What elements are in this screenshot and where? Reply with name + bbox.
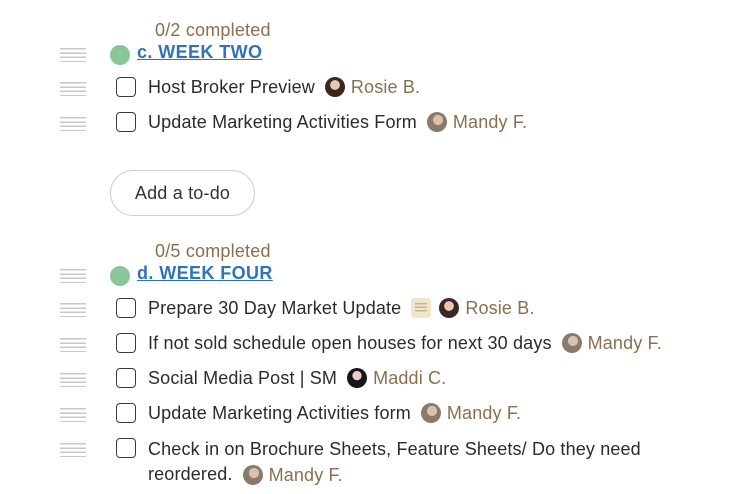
assignee-name[interactable]: Rosie B.	[351, 77, 420, 97]
checkbox-icon[interactable]	[116, 333, 136, 353]
drag-handle-icon[interactable]	[60, 117, 86, 131]
todo-text[interactable]: Check in on Brochure Sheets, Feature She…	[148, 439, 641, 484]
todo-item[interactable]: Social Media Post | SM Maddi C.	[0, 364, 740, 394]
assignee-name[interactable]: Mandy F.	[453, 112, 527, 132]
avatar	[439, 298, 460, 319]
status-dot-icon	[110, 45, 130, 65]
notes-document-icon[interactable]	[411, 298, 432, 319]
todo-text[interactable]: Update Marketing Activities form	[148, 403, 411, 423]
todo-text[interactable]: Prepare 30 Day Market Update	[148, 298, 401, 318]
avatar	[347, 368, 368, 389]
list-title-link[interactable]: c. WEEK TWO	[137, 42, 262, 63]
drag-handle-icon[interactable]	[60, 303, 86, 317]
avatar	[561, 333, 582, 354]
progress-label: 0/5 completed	[155, 241, 271, 261]
todo-text[interactable]: Social Media Post | SM	[148, 368, 337, 388]
progress-label: 0/2 completed	[155, 20, 271, 40]
avatar	[426, 112, 447, 133]
drag-handle-icon[interactable]	[60, 338, 86, 352]
todo-text[interactable]: Host Broker Preview	[148, 77, 315, 97]
todo-text[interactable]: If not sold schedule open houses for nex…	[148, 333, 552, 353]
checkbox-icon[interactable]	[116, 77, 136, 97]
todo-item[interactable]: Prepare 30 Day Market Update Rosie B.	[0, 294, 740, 324]
checkbox-icon[interactable]	[116, 368, 136, 388]
list-header: d. WEEK FOUR	[0, 263, 740, 287]
checkbox-icon[interactable]	[116, 112, 136, 132]
add-todo-button[interactable]: Add a to-do	[110, 170, 255, 216]
checkbox-icon[interactable]	[116, 438, 136, 458]
assignee-name[interactable]: Maddi C.	[373, 368, 446, 388]
assignee-name[interactable]: Rosie B.	[465, 298, 534, 318]
assignee-name[interactable]: Mandy F.	[588, 333, 662, 353]
todo-item[interactable]: Check in on Brochure Sheets, Feature She…	[0, 434, 740, 494]
drag-handle-icon[interactable]	[60, 48, 86, 62]
todo-item[interactable]: If not sold schedule open houses for nex…	[0, 329, 740, 359]
todo-item[interactable]: Update Marketing Activities Form Mandy F.	[0, 108, 740, 138]
avatar	[242, 465, 263, 486]
drag-handle-icon[interactable]	[60, 269, 86, 283]
todo-item[interactable]: Update Marketing Activities form Mandy F.	[0, 399, 740, 429]
list-header: c. WEEK TWO	[0, 42, 740, 66]
todo-item[interactable]: Host Broker Preview Rosie B.	[0, 73, 740, 103]
avatar	[420, 403, 441, 424]
checkbox-icon[interactable]	[116, 298, 136, 318]
assignee-name[interactable]: Mandy F.	[447, 403, 521, 423]
list-title-link[interactable]: d. WEEK FOUR	[137, 263, 273, 284]
avatar	[324, 77, 345, 98]
drag-handle-icon[interactable]	[60, 82, 86, 96]
checkbox-icon[interactable]	[116, 403, 136, 423]
drag-handle-icon[interactable]	[60, 373, 86, 387]
drag-handle-icon[interactable]	[60, 408, 86, 422]
drag-handle-icon[interactable]	[60, 443, 86, 457]
status-dot-icon	[110, 266, 130, 286]
todo-text[interactable]: Update Marketing Activities Form	[148, 112, 417, 132]
